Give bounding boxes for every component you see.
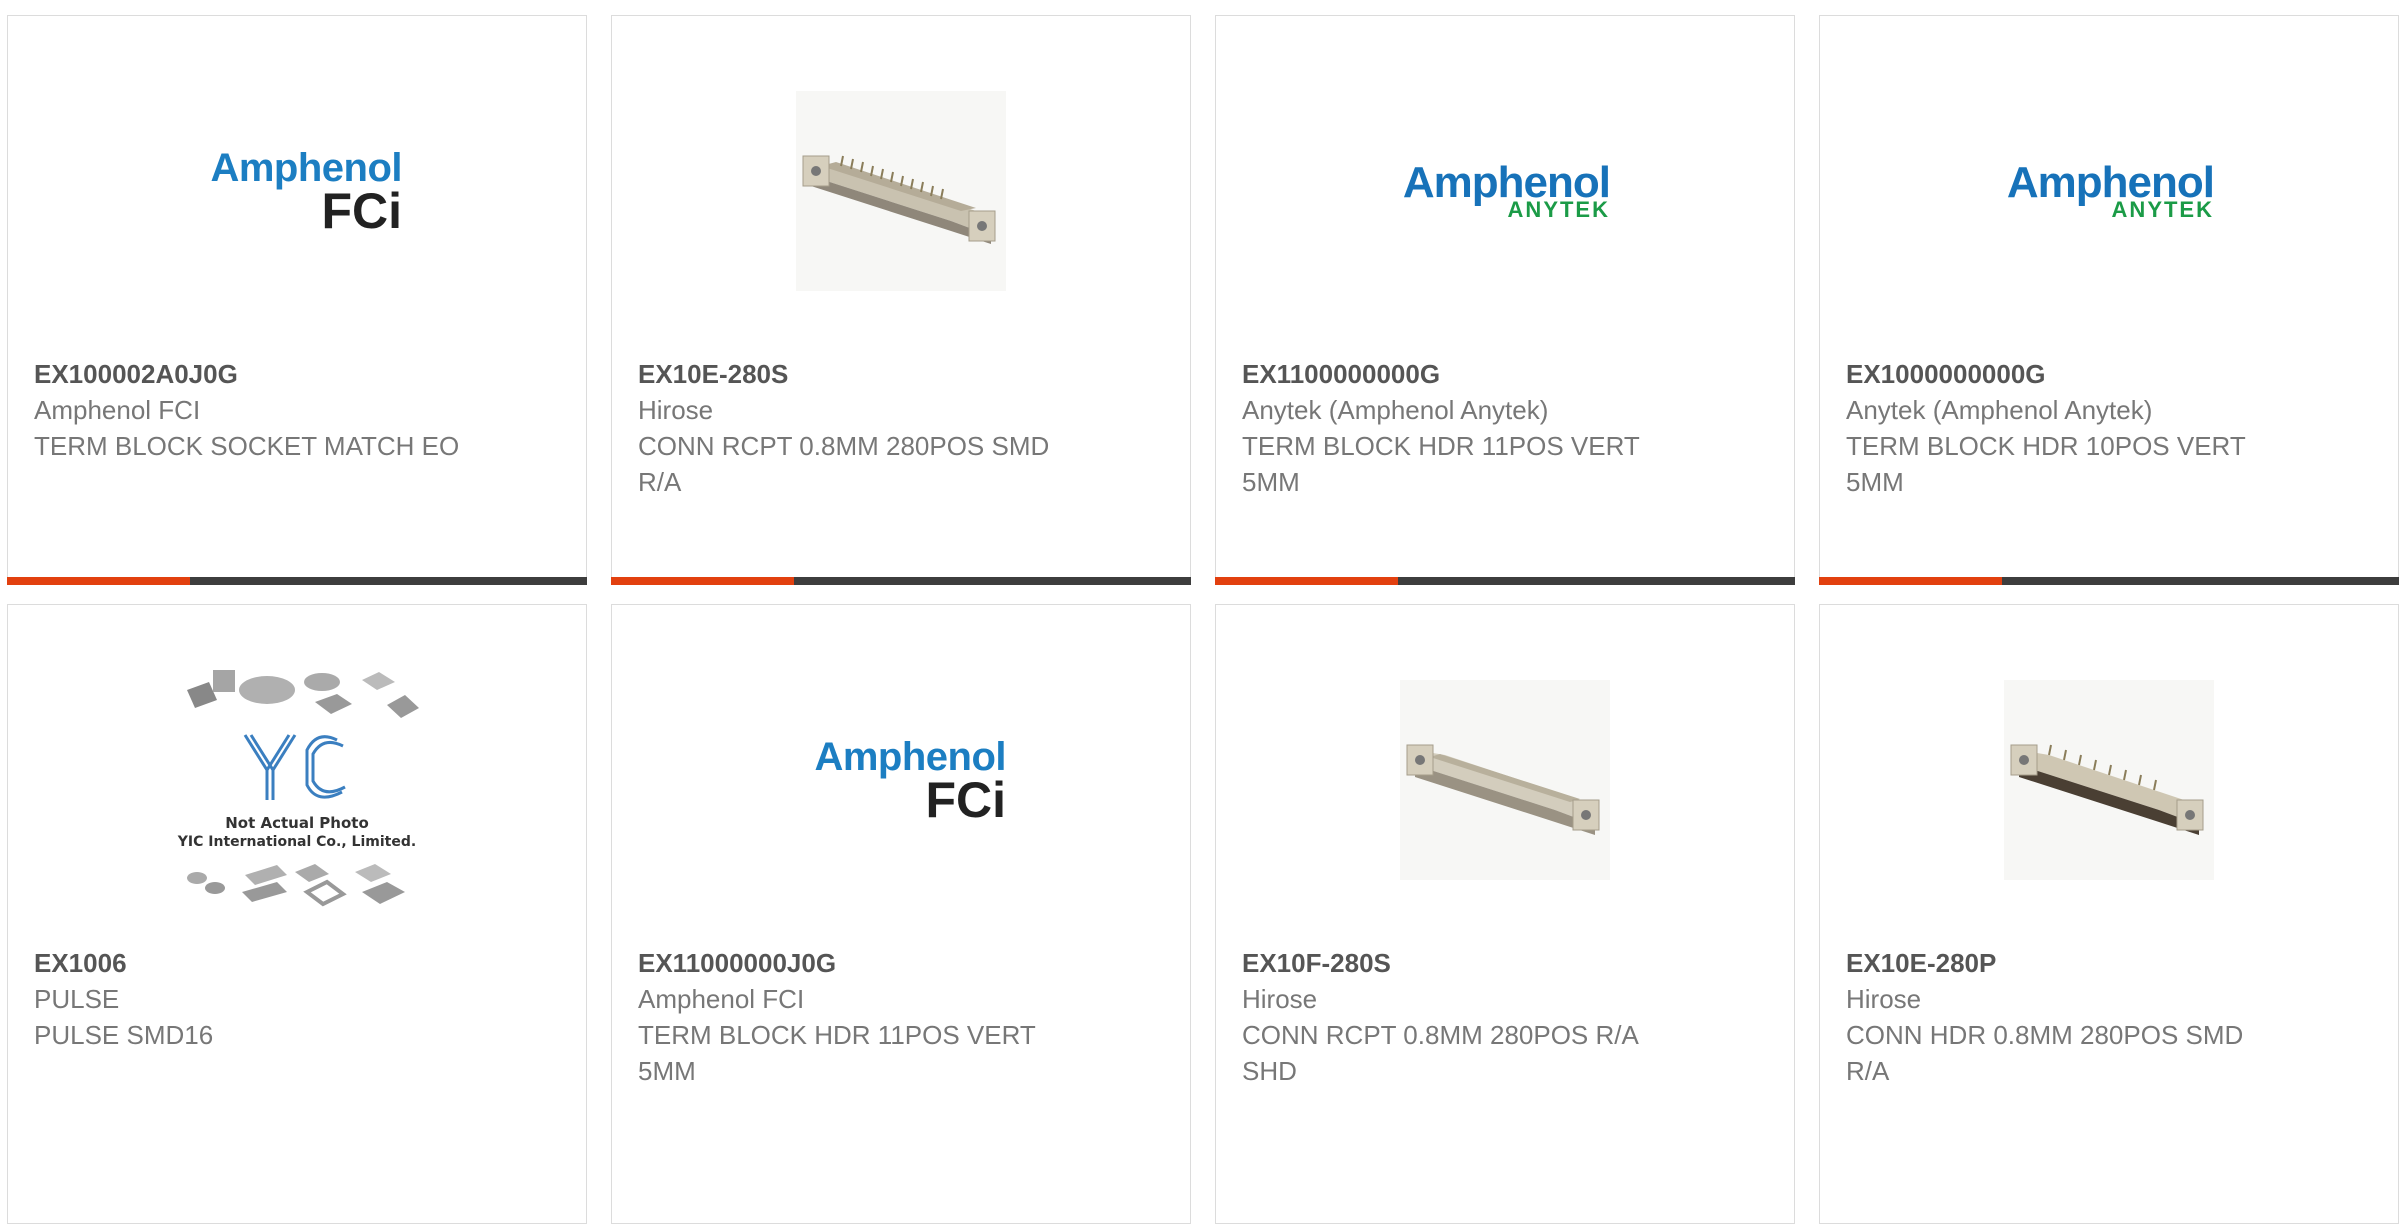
- product-image[interactable]: [612, 66, 1190, 316]
- svg-text:YIC International Co., Limited: YIC International Co., Limited.: [177, 834, 416, 850]
- manufacturer-name: Anytek (Amphenol Anytek): [1242, 395, 1549, 425]
- product-image[interactable]: Amphenol FCi: [612, 655, 1190, 905]
- manufacturer-name: Anytek (Amphenol Anytek): [1846, 395, 2153, 425]
- connector-photo: [796, 91, 1006, 291]
- part-number-link[interactable]: EX1000000000G: [1846, 356, 2372, 392]
- product-card[interactable]: EX10E-280S Hirose CONN RCPT 0.8MM 280POS…: [611, 15, 1191, 585]
- part-number-link[interactable]: EX10E-280P: [1846, 945, 2372, 981]
- product-description: TERM BLOCK HDR 11POS VERT 5MM: [1242, 431, 1640, 497]
- card-accent-bar: [1215, 577, 1398, 585]
- amphenol-fci-logo: Amphenol FCi: [210, 146, 402, 239]
- product-image[interactable]: Amphenol ANYTEK: [1216, 66, 1794, 316]
- svg-text:Not Actual Photo: Not Actual Photo: [225, 814, 369, 832]
- manufacturer-name: PULSE: [34, 984, 120, 1014]
- product-grid: Amphenol FCi EX100002A0J0G Amphenol FCI …: [7, 15, 2400, 1224]
- connector-photo: [2004, 680, 2214, 880]
- product-card[interactable]: Not Actual Photo YIC International Co., …: [7, 604, 587, 1224]
- part-number-link[interactable]: EX10F-280S: [1242, 945, 1768, 981]
- part-number-link[interactable]: EX100002A0J0G: [34, 356, 560, 392]
- not-actual-photo-placeholder: Not Actual Photo YIC International Co., …: [177, 670, 419, 907]
- manufacturer-name: Hirose: [1242, 984, 1318, 1014]
- card-accent-bar: [611, 577, 794, 585]
- product-image[interactable]: [1820, 655, 2398, 905]
- product-description: TERM BLOCK HDR 10POS VERT 5MM: [1846, 431, 2246, 497]
- product-description: CONN RCPT 0.8MM 280POS R/A SHD: [1242, 1020, 1638, 1086]
- product-card[interactable]: Amphenol ANYTEK EX1100000000G Anytek (Am…: [1215, 15, 1795, 585]
- product-image[interactable]: Not Actual Photo YIC International Co., …: [8, 645, 586, 935]
- product-description: TERM BLOCK SOCKET MATCH EO: [34, 431, 460, 461]
- product-description: TERM BLOCK HDR 11POS VERT 5MM: [638, 1020, 1036, 1086]
- manufacturer-name: Amphenol FCI: [638, 984, 805, 1014]
- card-footer-bar: [611, 577, 1191, 585]
- product-description: CONN HDR 0.8MM 280POS SMD R/A: [1846, 1020, 2244, 1086]
- amphenol-anytek-logo: Amphenol ANYTEK: [2006, 158, 2215, 222]
- manufacturer-name: Hirose: [638, 395, 714, 425]
- amphenol-anytek-logo: Amphenol ANYTEK: [1402, 158, 1611, 222]
- card-accent-bar: [1819, 577, 2002, 585]
- amphenol-fci-logo: Amphenol FCi: [814, 735, 1006, 828]
- card-footer-bar: [1819, 577, 2399, 585]
- product-card[interactable]: Amphenol FCi EX11000000J0G Amphenol FCI …: [611, 604, 1191, 1224]
- part-number-link[interactable]: EX1006: [34, 945, 560, 981]
- manufacturer-name: Hirose: [1846, 984, 1922, 1014]
- part-number-link[interactable]: EX11000000J0G: [638, 945, 1164, 981]
- part-number-link[interactable]: EX10E-280S: [638, 356, 1164, 392]
- product-image[interactable]: [1216, 655, 1794, 905]
- product-image[interactable]: Amphenol FCi: [8, 66, 586, 316]
- product-card[interactable]: Amphenol FCi EX100002A0J0G Amphenol FCI …: [7, 15, 587, 585]
- card-accent-bar: [7, 577, 190, 585]
- connector-photo: [1400, 680, 1610, 880]
- product-description: PULSE SMD16: [34, 1020, 214, 1050]
- product-card[interactable]: Amphenol ANYTEK EX1000000000G Anytek (Am…: [1819, 15, 2399, 585]
- product-description: CONN RCPT 0.8MM 280POS SMD R/A: [638, 431, 1050, 497]
- product-image[interactable]: Amphenol ANYTEK: [1820, 66, 2398, 316]
- card-footer-bar: [1215, 577, 1795, 585]
- manufacturer-name: Amphenol FCI: [34, 395, 201, 425]
- product-card[interactable]: EX10F-280S Hirose CONN RCPT 0.8MM 280POS…: [1215, 604, 1795, 1224]
- product-card[interactable]: EX10E-280P Hirose CONN HDR 0.8MM 280POS …: [1819, 604, 2399, 1224]
- card-footer-bar: [7, 577, 587, 585]
- part-number-link[interactable]: EX1100000000G: [1242, 356, 1768, 392]
